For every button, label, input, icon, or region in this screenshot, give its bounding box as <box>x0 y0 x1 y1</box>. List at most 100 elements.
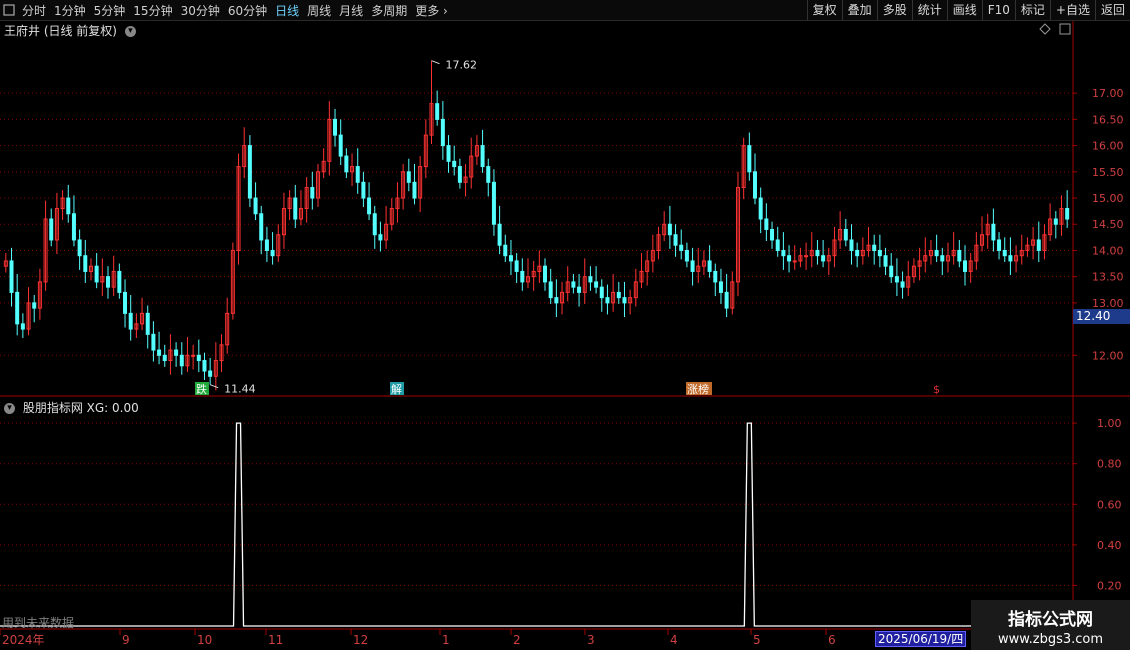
candle-body <box>361 181 366 199</box>
candle-body <box>83 255 88 272</box>
watermark-title: 指标公式网 <box>1008 610 1093 630</box>
candle-body <box>77 239 82 257</box>
candle-body <box>293 197 298 220</box>
candle-body <box>66 197 71 215</box>
action-button-2[interactable]: 多股 <box>876 0 912 20</box>
candle-body <box>310 187 315 199</box>
price-axis-label: 14.50 <box>1092 218 1124 231</box>
period-tab-5[interactable]: 60分钟 <box>228 2 267 19</box>
low-marker <box>209 384 219 389</box>
candle-body <box>9 260 14 293</box>
candle-body <box>1053 218 1058 225</box>
action-button-5[interactable]: F10 <box>981 0 1015 20</box>
candle-body <box>123 291 128 314</box>
candle-body <box>440 118 445 147</box>
candle-body <box>491 181 496 225</box>
indicator-axis-label: 0.60 <box>1097 498 1122 511</box>
candle-body <box>991 223 996 241</box>
candle-body <box>157 349 162 356</box>
stock-title: 王府井 (日线 前复权) ▾ <box>4 22 136 39</box>
action-button-6[interactable]: 标记 <box>1014 0 1050 20</box>
candle-body <box>32 302 37 309</box>
signal-label: 跌 <box>196 382 207 396</box>
window-icon[interactable] <box>0 1 18 19</box>
candle-body <box>406 171 411 183</box>
kline-chart[interactable]: 17.00 16.50 16.00 15.50 15.00 14.50 14.00 13.50… <box>0 0 1130 650</box>
period-tab-7[interactable]: 周线 <box>307 2 331 19</box>
candle-body <box>105 276 110 288</box>
candle-body <box>71 213 76 241</box>
candle-body <box>577 286 582 293</box>
candle-body <box>804 255 809 258</box>
period-tab-0[interactable]: 分时 <box>22 2 46 19</box>
period-toolbar: 分时 1分钟 5分钟 15分钟 30分钟 60分钟 日线 周线 月线 多周期 更多 › 复权 叠加 多股… <box>0 0 1130 21</box>
price-axis-label: 15.00 <box>1092 192 1124 205</box>
low-label: 11.44 <box>224 383 256 396</box>
candle-body <box>191 354 196 357</box>
indicator-title-text: 股朋指标网 XG: 0.00 <box>22 401 139 415</box>
action-button-4[interactable]: 画线 <box>946 0 982 20</box>
candle-body <box>1065 208 1070 220</box>
candle-body <box>718 281 723 293</box>
action-button-0[interactable]: 复权 <box>806 0 842 20</box>
current-price-tag: 12.40 <box>1073 309 1130 324</box>
date-label: 2 <box>513 633 521 647</box>
period-tab-10[interactable]: 更多 › <box>415 2 448 19</box>
candle-body <box>372 213 377 236</box>
dropdown-icon[interactable]: ▾ <box>124 26 136 37</box>
candle-body <box>128 312 133 330</box>
candle-body <box>588 276 593 283</box>
candle-body <box>787 255 792 262</box>
cursor-date: 2025/06/19/四 <box>875 631 967 647</box>
candle-body <box>781 249 786 257</box>
candle-body <box>344 155 349 173</box>
period-tab-6[interactable]: 日线 <box>275 2 299 19</box>
candle-body <box>821 255 826 262</box>
date-label: 6 <box>828 633 836 647</box>
signal-label: 涨榜 <box>687 382 709 396</box>
price-axis-label: 16.50 <box>1092 113 1124 126</box>
candle-body <box>145 312 150 335</box>
candle-body <box>1008 255 1013 262</box>
candle-body <box>889 265 894 278</box>
indicator-axis-label: 0.80 <box>1097 458 1122 471</box>
candle-body <box>554 297 559 304</box>
watermark-logo: 指标公式网 www.zbgs3.com <box>971 600 1130 650</box>
collapse-icon[interactable]: ▾ <box>4 403 15 414</box>
candle-body <box>855 249 860 257</box>
candle-body <box>934 249 939 257</box>
candle-body <box>208 370 213 377</box>
candle-body <box>883 255 888 267</box>
candle-body <box>117 270 122 293</box>
candle-body <box>520 270 525 283</box>
period-tab-9[interactable]: 多周期 <box>371 2 407 19</box>
period-tab-4[interactable]: 30分钟 <box>181 2 220 19</box>
action-button-8[interactable]: 返回 <box>1094 0 1130 20</box>
candle-body <box>270 249 275 257</box>
candle-body <box>49 218 54 241</box>
candle-body <box>900 281 905 288</box>
candle-body <box>486 166 491 183</box>
candle-body <box>594 281 599 288</box>
action-button-7[interactable]: +自选 <box>1049 0 1095 20</box>
watermark-url: www.zbgs3.com <box>997 632 1104 647</box>
candle-body <box>151 333 156 351</box>
candle-body <box>758 197 763 220</box>
high-label: 17.62 <box>446 59 478 72</box>
period-tab-3[interactable]: 15分钟 <box>133 2 172 19</box>
action-button-3[interactable]: 统计 <box>911 0 947 20</box>
candle-body <box>162 354 167 362</box>
candle-body <box>508 255 513 262</box>
candle-body <box>957 249 962 262</box>
period-tab-1[interactable]: 1分钟 <box>54 2 86 19</box>
candle-body <box>355 166 360 183</box>
signal-label: $ <box>933 383 940 396</box>
period-tab-8[interactable]: 月线 <box>339 2 363 19</box>
candle-body <box>940 255 945 262</box>
candle-body <box>622 297 627 304</box>
candle-body <box>843 228 848 241</box>
action-button-1[interactable]: 叠加 <box>841 0 877 20</box>
candle-body <box>667 223 672 236</box>
period-tab-2[interactable]: 5分钟 <box>94 2 126 19</box>
indicator-axis-label: 0.40 <box>1097 539 1122 552</box>
